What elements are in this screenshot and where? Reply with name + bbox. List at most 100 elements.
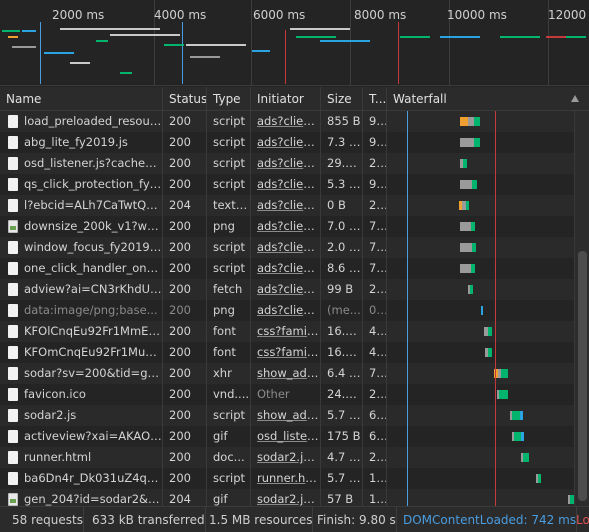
name-cell[interactable]: KFOlCnqEu92Fr1MmEU...: [0, 321, 163, 342]
waterfall-cell[interactable]: [387, 405, 574, 426]
waterfall-cell[interactable]: [387, 195, 574, 216]
column-header-waterfall[interactable]: Waterfall: [387, 87, 589, 111]
name-cell[interactable]: gen_204?id=sodar2&v...: [0, 489, 163, 506]
request-row[interactable]: ba6Dn4r_Dk031uZ4qac... 200 script runner.ht…: [0, 468, 574, 489]
name-cell[interactable]: data:image/png;base...: [0, 300, 163, 321]
initiator-cell[interactable]: ads?client...: [251, 174, 321, 195]
name-cell[interactable]: window_focus_fy2019.js: [0, 237, 163, 258]
waterfall-cell[interactable]: [387, 342, 574, 363]
request-row[interactable]: activeview?xai=AKAOjs... 200 gif osd_listen…: [0, 426, 574, 447]
waterfall-cell[interactable]: [387, 153, 574, 174]
name-cell[interactable]: runner.html: [0, 447, 163, 468]
request-row[interactable]: l?ebcid=ALh7CaTwtQQ... 204 text/... ads?cli…: [0, 195, 574, 216]
file-icon: [8, 304, 18, 317]
column-header-type[interactable]: Type: [207, 87, 251, 111]
size-cell: 5.7 kB: [321, 468, 363, 489]
initiator-cell[interactable]: osd_listen...: [251, 426, 321, 447]
waterfall-cell[interactable]: [387, 426, 574, 447]
initiator-cell[interactable]: sodar2.js:...: [251, 489, 321, 506]
request-row[interactable]: adview?ai=CN3rKhdUC... 200 fetch ads?client…: [0, 279, 574, 300]
waterfall-cell[interactable]: [387, 489, 574, 506]
waterfall-cell[interactable]: [387, 321, 574, 342]
request-row[interactable]: downsize_200k_v1?w=... 200 png ads?client..…: [0, 216, 574, 237]
name-cell[interactable]: ba6Dn4r_Dk031uZ4qac...: [0, 468, 163, 489]
initiator-cell[interactable]: show_ads...: [251, 405, 321, 426]
request-name: ba6Dn4r_Dk031uZ4qac...: [24, 471, 163, 485]
waterfall-cell[interactable]: [387, 132, 574, 153]
initiator-cell[interactable]: ads?client...: [251, 216, 321, 237]
name-cell[interactable]: load_preloaded_resour...: [0, 111, 163, 132]
name-cell[interactable]: downsize_200k_v1?w=...: [0, 216, 163, 237]
request-name: l?ebcid=ALh7CaTwtQQ...: [24, 198, 163, 212]
waterfall-cell[interactable]: [387, 468, 574, 489]
initiator-cell[interactable]: ads?client...: [251, 237, 321, 258]
initiator-cell[interactable]: css?family...: [251, 321, 321, 342]
name-cell[interactable]: activeview?xai=AKAOjs...: [0, 426, 163, 447]
type-cell: script: [207, 111, 251, 132]
name-cell[interactable]: l?ebcid=ALh7CaTwtQQ...: [0, 195, 163, 216]
initiator-cell[interactable]: ads?client...: [251, 111, 321, 132]
status-cell: 200: [163, 258, 207, 279]
column-header-size[interactable]: Size: [321, 87, 363, 111]
name-cell[interactable]: favicon.ico: [0, 384, 163, 405]
request-row[interactable]: window_focus_fy2019.js 200 script ads?clien…: [0, 237, 574, 258]
name-cell[interactable]: qs_click_protection_fy2...: [0, 174, 163, 195]
waterfall-cell[interactable]: [387, 300, 574, 321]
initiator-cell[interactable]: ads?client...: [251, 300, 321, 321]
waterfall-cell[interactable]: [387, 384, 574, 405]
waterfall-cell[interactable]: [387, 237, 574, 258]
waterfall-cell[interactable]: [387, 447, 574, 468]
initiator-cell[interactable]: ads?client...: [251, 132, 321, 153]
waterfall-bar: [499, 390, 508, 399]
overview-timeline[interactable]: 2000 ms 4000 ms 6000 ms 8000 ms 10000 ms…: [0, 0, 589, 86]
request-row[interactable]: qs_click_protection_fy2... 200 script ads?c…: [0, 174, 574, 195]
status-cell: 200: [163, 342, 207, 363]
name-cell[interactable]: abg_lite_fy2019.js: [0, 132, 163, 153]
vertical-scrollbar[interactable]: [574, 111, 589, 506]
column-header-status[interactable]: Status: [163, 87, 207, 111]
sort-ascending-icon[interactable]: [571, 95, 579, 102]
initiator-cell[interactable]: ads?client...: [251, 279, 321, 300]
tick-label: 12000 ms: [548, 8, 589, 22]
column-header-initiator[interactable]: Initiator: [251, 87, 321, 111]
waterfall-cell[interactable]: [387, 363, 574, 384]
initiator-cell[interactable]: ads?client...: [251, 195, 321, 216]
time-cell: 2...: [363, 384, 387, 405]
request-row[interactable]: runner.html 200 doc... sodar2.js:... 4.7 kB 2…: [0, 447, 574, 468]
request-row[interactable]: KFOlCnqEu92Fr1MmEU... 200 font css?family..…: [0, 321, 574, 342]
request-row[interactable]: abg_lite_fy2019.js 200 script ads?client...…: [0, 132, 574, 153]
file-icon: [8, 199, 18, 212]
column-header-time[interactable]: T...: [363, 87, 387, 111]
initiator-cell[interactable]: css?family...: [251, 342, 321, 363]
name-cell[interactable]: sodar?sv=200&tid=gd...: [0, 363, 163, 384]
waterfall-cell[interactable]: [387, 279, 574, 300]
request-row[interactable]: sodar2.js 200 script show_ads... 5.7 kB 6...: [0, 405, 574, 426]
name-cell[interactable]: sodar2.js: [0, 405, 163, 426]
request-row[interactable]: gen_204?id=sodar2&v... 204 gif sodar2.js:..…: [0, 489, 574, 506]
request-row[interactable]: load_preloaded_resour... 200 script ads?cli…: [0, 111, 574, 132]
request-row[interactable]: sodar?sv=200&tid=gd... 200 xhr show_ads... 6…: [0, 363, 574, 384]
initiator-cell[interactable]: sodar2.js:...: [251, 447, 321, 468]
column-header-name[interactable]: Name: [0, 87, 163, 111]
size-cell: 7.0 kB: [321, 216, 363, 237]
name-cell[interactable]: KFOmCnqEu92Fr1Mu4...: [0, 342, 163, 363]
waterfall-cell[interactable]: [387, 216, 574, 237]
request-row[interactable]: KFOmCnqEu92Fr1Mu4... 200 font css?family...…: [0, 342, 574, 363]
waterfall-cell[interactable]: [387, 174, 574, 195]
scrollbar-thumb[interactable]: [578, 251, 587, 501]
initiator-cell[interactable]: ads?client...: [251, 258, 321, 279]
name-cell[interactable]: one_click_handler_one_...: [0, 258, 163, 279]
name-cell[interactable]: osd_listener.js?cache=r...: [0, 153, 163, 174]
request-row[interactable]: favicon.ico 200 vnd.... Other 24.2... 2...: [0, 384, 574, 405]
waterfall-cell[interactable]: [387, 111, 574, 132]
waterfall-bar: [460, 243, 472, 252]
time-cell: 6...: [363, 405, 387, 426]
request-row[interactable]: one_click_handler_one_... 200 script ads?cl…: [0, 258, 574, 279]
request-row[interactable]: data:image/png;base... 200 png ads?client..…: [0, 300, 574, 321]
initiator-cell[interactable]: show_ads...: [251, 363, 321, 384]
initiator-cell[interactable]: ads?client...: [251, 153, 321, 174]
waterfall-cell[interactable]: [387, 258, 574, 279]
request-row[interactable]: osd_listener.js?cache=r... 200 script ads?c…: [0, 153, 574, 174]
initiator-cell[interactable]: runner.ht...: [251, 468, 321, 489]
name-cell[interactable]: adview?ai=CN3rKhdUC...: [0, 279, 163, 300]
